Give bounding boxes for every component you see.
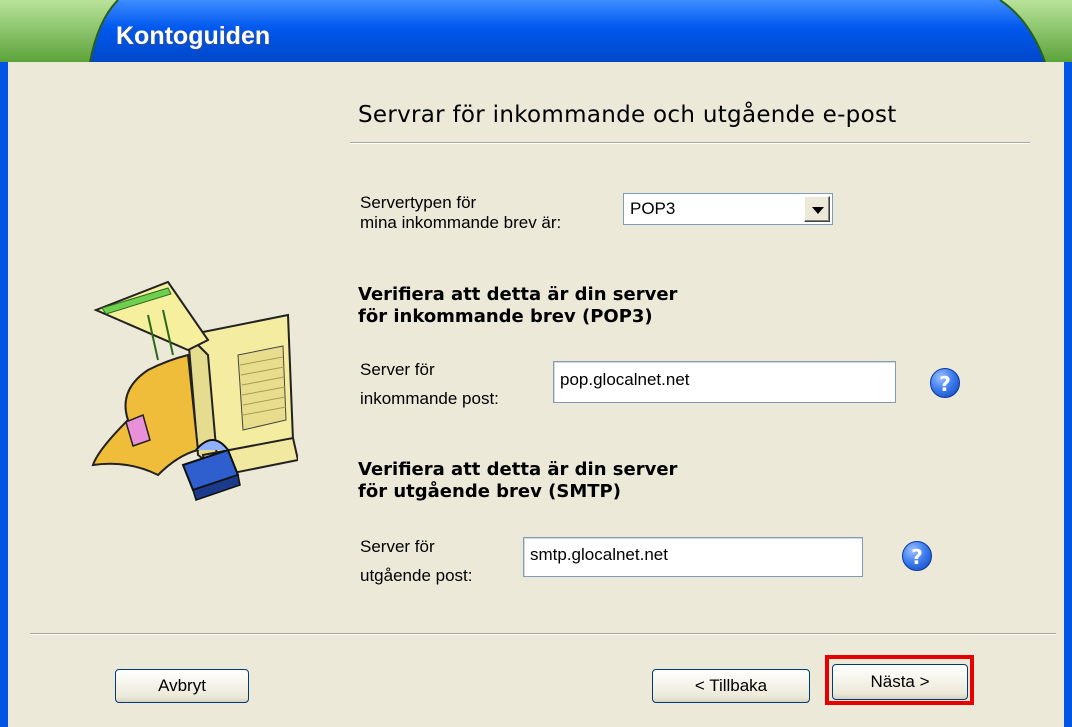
incoming-server-input[interactable]: pop.glocalnet.net [553,361,896,403]
outgoing-label-line1: Server för [360,537,435,556]
help-icon[interactable]: ? [902,541,932,571]
chevron-down-icon[interactable] [804,196,830,222]
back-button[interactable]: < Tillbaka [652,669,810,703]
incoming-section-line1: Verifiera att detta är din server [358,284,678,305]
outgoing-server-input[interactable]: smtp.glocalnet.net [523,537,863,577]
incoming-label-line1: Server för [360,360,435,379]
server-type-label-line1: Servertypen för [360,193,477,212]
heading-divider [350,142,1030,144]
incoming-section-line2: för inkommande brev (POP3) [358,306,653,327]
outgoing-section-line2: för utgående brev (SMTP) [358,481,621,502]
server-type-label-line2: mina inkommande brev är: [360,213,562,232]
incoming-label-line2: inkommande post: [360,389,499,408]
server-type-select[interactable]: POP3 [623,193,833,225]
cancel-button[interactable]: Avbryt [115,669,249,703]
page-heading: Servrar för inkommande och utgående e-po… [358,102,897,128]
window-title: Kontoguiden [116,22,271,50]
wizard-window: Kontoguiden Servrar för inkommande och u… [0,0,1072,727]
outgoing-label-line2: utgående post: [360,566,473,585]
help-icon[interactable]: ? [930,368,960,398]
title-bar: Kontoguiden [0,0,1072,62]
mail-computer-illustration [91,280,298,501]
server-type-value: POP3 [630,199,676,218]
next-button-highlight [825,655,974,705]
outgoing-section-line1: Verifiera att detta är din server [358,459,678,480]
footer-divider [30,633,1056,635]
